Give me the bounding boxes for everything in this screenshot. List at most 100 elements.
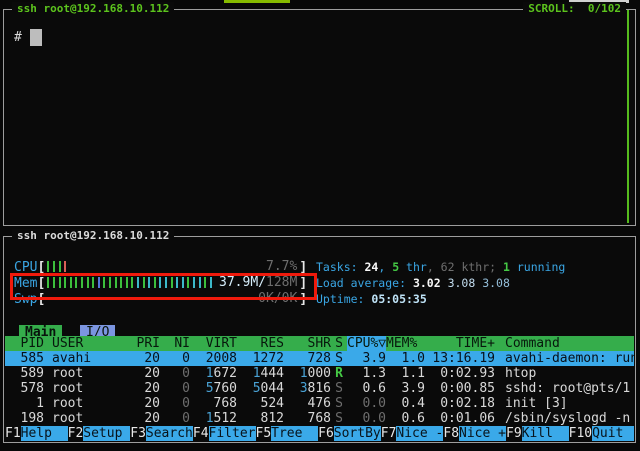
fn-key-f3: F3 (130, 426, 146, 441)
text-segment: 20 (144, 381, 160, 396)
text-segment: 1.1 (402, 366, 425, 381)
process-row[interactable]: 589root200167214441000R1.31.10:02.93htop (5, 366, 634, 381)
fn-action-search[interactable]: Search (146, 426, 193, 441)
cell-pri: 20 (122, 411, 160, 426)
fn-action-nice-[interactable]: Nice - (396, 426, 443, 441)
cell-cpu: 3.9 (347, 351, 386, 366)
top-pane-title: ssh root@192.168.10.112 (12, 2, 174, 16)
column-header-cpu[interactable]: CPU%▽ (347, 336, 386, 351)
text-segment: 585 (21, 351, 44, 366)
text-segment: 0 (182, 366, 190, 381)
text-segment: 0 (182, 411, 190, 426)
process-row[interactable]: 585avahi20020081272728S3.91.013:16.19ava… (5, 351, 634, 366)
text-segment: S (335, 411, 343, 426)
fn-action-quit[interactable]: Quit (592, 426, 634, 441)
text-segment: 728 (308, 351, 331, 366)
cell-ni: 0 (160, 381, 190, 396)
fn-action-nice-[interactable]: Nice + (459, 426, 506, 441)
text-segment: init [3] (505, 396, 568, 411)
fn-action-setup[interactable]: Setup (83, 426, 130, 441)
cell-ni: 0 (160, 351, 190, 366)
fn-action-filter[interactable]: Filter (209, 426, 256, 441)
cell-user: root (44, 411, 122, 426)
cell-user: avahi (44, 351, 122, 366)
meter-value: 7.7% (266, 260, 297, 273)
cell-time: 0:01.06 (425, 411, 495, 426)
column-header-command[interactable]: Command (495, 336, 634, 351)
cell-pid: 198 (5, 411, 44, 426)
column-header-pid[interactable]: PID (5, 336, 44, 351)
text-segment: 578 (21, 381, 44, 396)
cell-state: S (331, 351, 347, 366)
column-header-state[interactable]: S (331, 336, 347, 351)
top-terminal-pane[interactable] (3, 9, 636, 226)
fn-action-kill[interactable]: Kill (522, 426, 569, 441)
cell-time: 0:00.85 (425, 381, 495, 396)
column-header-ni[interactable]: NI (160, 336, 190, 351)
text-segment: 5 (253, 381, 261, 396)
text-segment: 0.6 (402, 411, 425, 426)
column-header-pri[interactable]: PRI (122, 336, 160, 351)
text-cursor (30, 29, 42, 46)
cell-virt: 1672 (190, 366, 237, 381)
shell-prompt: # (14, 30, 22, 46)
process-row[interactable]: 1root200768524476S0.00.40:02.18init [3] (5, 396, 634, 411)
cell-pri: 20 (122, 351, 160, 366)
cell-res: 1272 (237, 351, 284, 366)
text-segment: 0:00.85 (440, 381, 495, 396)
text-segment: 20 (144, 411, 160, 426)
text-segment: 760 (214, 381, 237, 396)
cell-user: root (44, 396, 122, 411)
text-segment: Tasks: (316, 260, 364, 274)
fn-key-f8: F8 (443, 426, 459, 441)
text-segment: S (335, 396, 343, 411)
text-segment: 3.02 (413, 276, 448, 290)
fn-action-help[interactable]: Help (21, 426, 68, 441)
fn-action-sortby[interactable]: SortBy (334, 426, 381, 441)
column-header-time[interactable]: TIME+ (425, 336, 495, 351)
text-segment: avahi-daemon: running (505, 351, 634, 366)
text-segment: , 62 kthr; (427, 260, 503, 274)
process-row[interactable]: 578root200576050443816S0.63.90:00.85sshd… (5, 381, 634, 396)
cell-shr: 1000 (284, 366, 331, 381)
pane-scrollbar[interactable] (627, 10, 629, 223)
cell-command: sshd: root@pts/1 (495, 381, 634, 396)
cell-shr: 3816 (284, 381, 331, 396)
cell-shr: 476 (284, 396, 331, 411)
cell-pri: 20 (122, 381, 160, 396)
text-segment: R (335, 366, 343, 381)
text-segment: S (335, 351, 343, 366)
cell-virt: 2008 (190, 351, 237, 366)
fn-action-tree[interactable]: Tree (271, 426, 318, 441)
text-segment: 5 (206, 381, 214, 396)
text-segment: 1.0 (402, 351, 425, 366)
text-segment: 0:01.06 (440, 411, 495, 426)
cell-shr: 768 (284, 411, 331, 426)
cell-res: 812 (237, 411, 284, 426)
column-header-mem[interactable]: MEM% (386, 336, 425, 351)
cell-virt: 1512 (190, 411, 237, 426)
column-header-user[interactable]: USER (44, 336, 122, 351)
text-segment: sshd: root@pts/1 (505, 381, 630, 396)
cell-user: root (44, 366, 122, 381)
text-segment: htop (505, 366, 536, 381)
text-segment: root (52, 396, 83, 411)
column-header-shr[interactable]: SHR (284, 336, 331, 351)
process-row[interactable]: 198root2001512812768S0.00.60:01.06/sbin/… (5, 411, 634, 426)
column-header-res[interactable]: RES (237, 336, 284, 351)
cell-pri: 20 (122, 396, 160, 411)
text-segment: 812 (261, 411, 284, 426)
table-header-row: PIDUSERPRINIVIRTRESSHRSCPU%▽MEM%TIME+Com… (5, 336, 634, 351)
cell-pid: 585 (5, 351, 44, 366)
cell-shr: 728 (284, 351, 331, 366)
text-segment: 1 (253, 366, 261, 381)
text-segment: 3.08 (448, 276, 483, 290)
cell-res: 1444 (237, 366, 284, 381)
text-segment: 0.4 (402, 396, 425, 411)
text-segment: 589 (21, 366, 44, 381)
text-segment: 1 (36, 396, 44, 411)
text-segment: running (510, 260, 565, 274)
text-segment: 0 (182, 381, 190, 396)
text-segment: 2008 (206, 351, 237, 366)
column-header-virt[interactable]: VIRT (190, 336, 237, 351)
